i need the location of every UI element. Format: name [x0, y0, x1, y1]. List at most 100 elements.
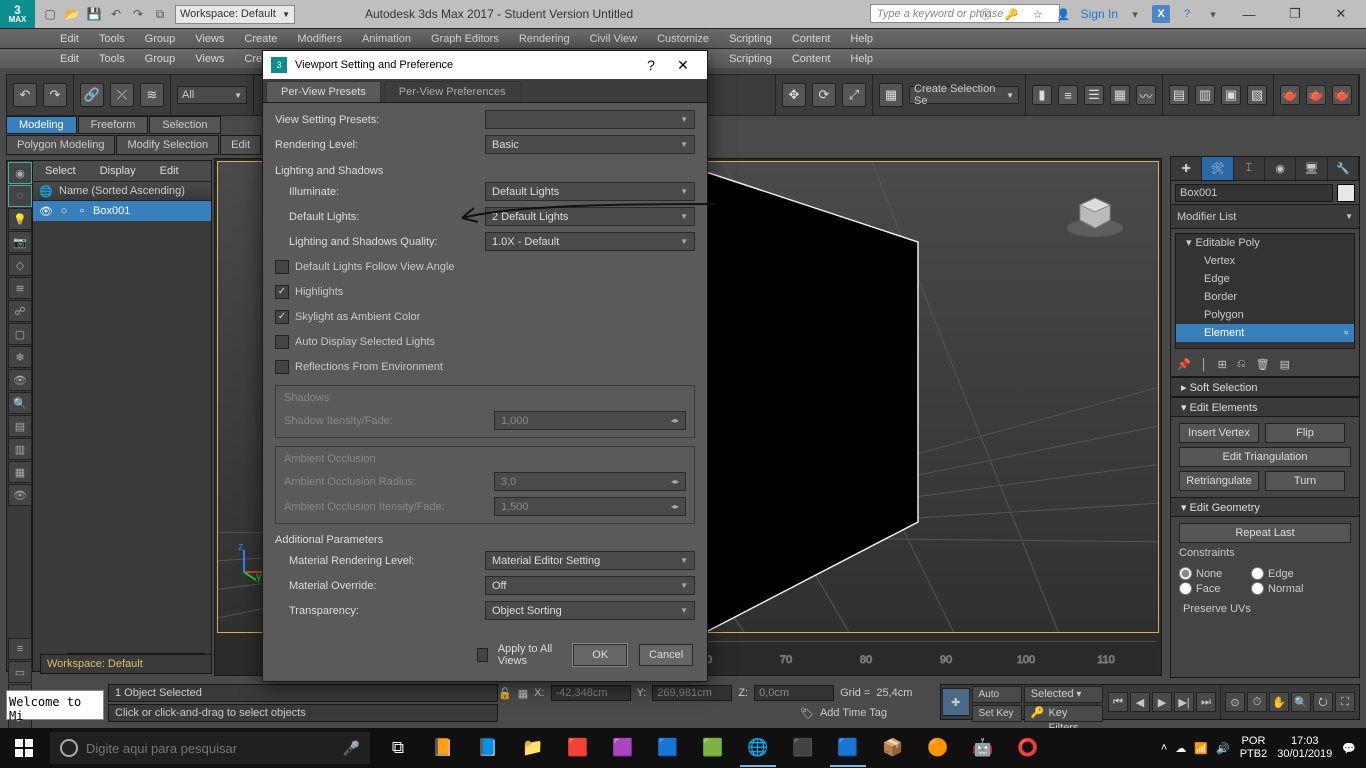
app-3dsmax-icon[interactable]: 🟦: [826, 729, 870, 767]
default-lights-combo[interactable]: 2 Default Lights▼: [485, 207, 695, 226]
move-icon[interactable]: ✥: [782, 83, 806, 107]
auto-display-lights-checkbox[interactable]: Auto Display Selected Lights: [275, 331, 695, 352]
filter-camera-icon[interactable]: 📷: [8, 231, 32, 253]
redo-icon[interactable]: ↷: [43, 83, 67, 107]
object-color-swatch[interactable]: [1337, 184, 1355, 202]
subobj-edge[interactable]: Edge: [1176, 270, 1354, 288]
explorer-menu-display[interactable]: Display: [88, 165, 148, 177]
expand-icon[interactable]: ▾: [1186, 234, 1192, 252]
x-field[interactable]: -42,348cm: [551, 685, 631, 701]
subobj-polygon[interactable]: Polygon: [1176, 306, 1354, 324]
menu-content[interactable]: Content: [782, 49, 841, 69]
menu-views[interactable]: Views: [185, 49, 234, 69]
viewcube-icon[interactable]: [1060, 170, 1130, 240]
view-presets-combo[interactable]: ▼: [485, 110, 695, 129]
menu-tools[interactable]: Tools: [89, 29, 135, 49]
chevron-down-icon[interactable]: ▾: [1126, 5, 1144, 23]
repeat-last-button[interactable]: Repeat Last: [1179, 523, 1351, 543]
subobj-element[interactable]: Element▫: [1176, 324, 1354, 342]
undo-icon[interactable]: ↶: [107, 5, 125, 23]
y-field[interactable]: 269,981cm: [652, 685, 732, 701]
workspace-footer[interactable]: Workspace: Default: [40, 654, 212, 674]
flip-button[interactable]: Flip: [1265, 423, 1345, 443]
rendering-level-combo[interactable]: Basic▼: [485, 135, 695, 154]
filter-more-1-icon[interactable]: ▤: [8, 415, 32, 437]
rollout-edit-geometry[interactable]: ▾ Edit Geometry: [1171, 497, 1359, 517]
app-godot-icon[interactable]: 🤖: [961, 729, 1005, 767]
help-icon[interactable]: ?: [1178, 5, 1196, 23]
selection-filter-combo[interactable]: All▼: [177, 86, 247, 104]
app-pycharm-icon[interactable]: 🟩: [691, 729, 735, 767]
nav-orbit-icon[interactable]: ⭮: [1313, 692, 1333, 712]
dialog-titlebar[interactable]: 3 Viewport Setting and Preference ? ✕: [263, 51, 707, 79]
notifications-icon[interactable]: 💬: [1342, 742, 1356, 755]
mat-slate-icon[interactable]: ▥: [1195, 85, 1215, 105]
tab-utilities[interactable]: 🔧: [1328, 157, 1359, 180]
z-field[interactable]: 0,0cm: [754, 685, 834, 701]
keys-icon[interactable]: 🔑: [1003, 5, 1021, 23]
app-photoshop-icon[interactable]: 🟦: [646, 729, 690, 767]
preserve-uvs-checkbox[interactable]: Preserve UVs: [1179, 603, 1351, 615]
reflections-env-checkbox[interactable]: Reflections From Environment: [275, 356, 695, 377]
illuminate-combo[interactable]: Default Lights▼: [485, 182, 695, 201]
transparency-combo[interactable]: Object Sorting▼: [485, 601, 695, 620]
sign-in-link[interactable]: Sign In: [1081, 7, 1118, 21]
menu-views[interactable]: Views: [185, 29, 234, 49]
set-key-big-button[interactable]: ✚: [942, 688, 970, 716]
tab-modify[interactable]: 🛠: [1202, 157, 1233, 180]
render-frame-icon[interactable]: ▧: [1247, 85, 1267, 105]
follow-view-angle-checkbox[interactable]: Default Lights Follow View Angle: [275, 256, 695, 277]
filter-all-icon[interactable]: ≡: [8, 638, 32, 660]
key-filters-button[interactable]: Key Filters...: [1048, 706, 1096, 721]
filter-more-3-icon[interactable]: ▦: [8, 461, 32, 483]
add-time-tag[interactable]: 🏷 Add Time Tag: [800, 704, 887, 722]
app-chrome-icon[interactable]: 🌐: [736, 729, 780, 767]
menu-customize[interactable]: Customize: [647, 29, 719, 49]
rollout-soft-selection[interactable]: ▸ Soft Selection: [1171, 377, 1359, 397]
timeline-ruler[interactable]: 60 70 80 90 100 110: [675, 641, 1157, 671]
new-icon[interactable]: ▢: [41, 5, 59, 23]
mirror-icon[interactable]: ▮: [1032, 85, 1052, 105]
menu-animation[interactable]: Animation: [352, 29, 421, 49]
tab-display[interactable]: 🖥: [1296, 157, 1327, 180]
key-mode-icon[interactable]: 🔑: [1031, 706, 1045, 721]
infocenter-icon[interactable]: ⓘ: [977, 5, 995, 23]
snap-icon[interactable]: ▦: [879, 83, 903, 107]
filter-frozen-icon[interactable]: ❄: [8, 346, 32, 368]
app-box-icon[interactable]: 📦: [871, 729, 915, 767]
menu-group[interactable]: Group: [135, 49, 186, 69]
star-icon[interactable]: ☆: [1029, 5, 1047, 23]
filter-container-icon[interactable]: ▢: [8, 323, 32, 345]
app-word-icon[interactable]: 📘: [466, 729, 510, 767]
menu-scripting[interactable]: Scripting: [719, 29, 782, 49]
rollout-edit-elements[interactable]: ▾ Edit Elements: [1171, 397, 1359, 417]
ok-button[interactable]: OK: [573, 644, 627, 666]
app-aftereffects-icon[interactable]: 🟪: [601, 729, 645, 767]
task-view-icon[interactable]: ⧉: [376, 729, 420, 767]
mat-editor-icon[interactable]: ▤: [1169, 85, 1189, 105]
subobj-vertex[interactable]: Vertex: [1176, 252, 1354, 270]
unlink-icon[interactable]: ⤫: [110, 83, 134, 107]
selected-combo[interactable]: Selected ▾: [1024, 686, 1103, 703]
link-icon[interactable]: 🔗: [80, 83, 104, 107]
app-unreal-icon[interactable]: ⬛: [781, 729, 825, 767]
eye-icon[interactable]: 👁: [39, 204, 53, 218]
apply-all-views-checkbox[interactable]: Apply to All Views: [277, 643, 561, 667]
nav-pan-icon[interactable]: ✋: [1269, 692, 1289, 712]
taskbar-search[interactable]: 🎤: [50, 732, 370, 764]
tray-network-icon[interactable]: 📶: [1194, 742, 1208, 755]
constraint-normal[interactable]: Normal: [1251, 582, 1317, 595]
rotate-icon[interactable]: ⟳: [812, 83, 836, 107]
goto-end-icon[interactable]: ⏭: [1196, 692, 1216, 712]
subobj-border[interactable]: Border: [1176, 288, 1354, 306]
menu-create[interactable]: Create: [234, 29, 287, 49]
taskbar-search-input[interactable]: [86, 741, 335, 756]
next-frame-icon[interactable]: ▶|: [1174, 692, 1194, 712]
nav-zoom-icon[interactable]: 🔍: [1291, 692, 1311, 712]
delete-icon[interactable]: 🗑: [1256, 358, 1270, 371]
window-close-button[interactable]: ✕: [1322, 5, 1360, 23]
exchange-icon[interactable]: X: [1152, 5, 1170, 23]
retriangulate-button[interactable]: Retriangulate: [1179, 471, 1259, 491]
save-icon[interactable]: 💾: [85, 5, 103, 23]
filter-none-icon[interactable]: ▭: [8, 661, 32, 683]
